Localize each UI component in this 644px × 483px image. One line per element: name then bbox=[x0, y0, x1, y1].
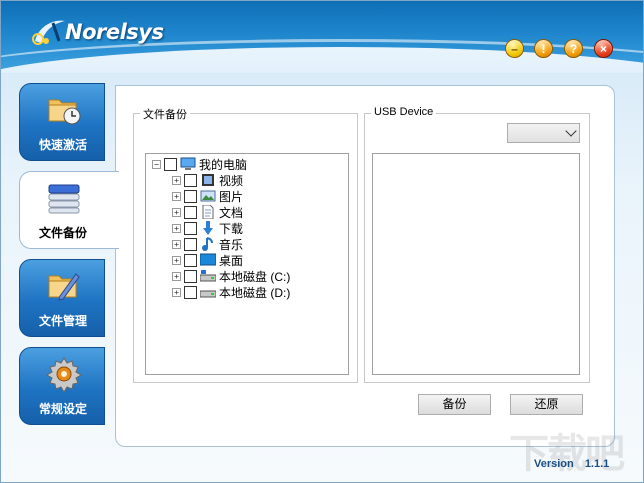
close-button[interactable]: × bbox=[594, 39, 613, 58]
tree-label: 音乐 bbox=[219, 237, 244, 252]
expand-toggle[interactable]: + bbox=[172, 287, 181, 297]
tree-row[interactable]: + 视频 bbox=[172, 172, 243, 188]
tree-checkbox[interactable] bbox=[184, 253, 197, 267]
tree-checkbox[interactable] bbox=[184, 221, 197, 235]
folder-pen-icon bbox=[46, 268, 82, 304]
tree-label: 文档 bbox=[219, 205, 244, 220]
usb-device-list[interactable] bbox=[372, 153, 580, 375]
tree-checkbox[interactable] bbox=[184, 285, 197, 299]
music-icon bbox=[200, 237, 216, 251]
folder-tree[interactable]: − 我的电脑 + 视频 + 图片 + 文档 + 下载 + 音乐 + 桌面 + 本… bbox=[145, 153, 349, 375]
expand-toggle[interactable]: + bbox=[172, 207, 181, 217]
drive-icon bbox=[199, 269, 217, 283]
header-bar: Norelsys – ! ? × bbox=[1, 1, 643, 73]
sidebar-item-label: 文件备份 bbox=[38, 226, 87, 240]
tree-label: 本地磁盘 (D:) bbox=[219, 285, 291, 300]
video-icon bbox=[200, 173, 216, 187]
tree-row[interactable]: + 下载 bbox=[172, 220, 243, 236]
app-logo: Norelsys bbox=[29, 15, 164, 49]
document-icon bbox=[200, 204, 216, 220]
watermark-text: 下载吧 bbox=[509, 431, 625, 477]
version-label: Version bbox=[534, 458, 574, 470]
tree-checkbox[interactable] bbox=[184, 269, 197, 283]
tree-row[interactable]: + 本地磁盘 (D:) bbox=[172, 284, 290, 300]
expand-toggle[interactable]: + bbox=[172, 255, 181, 265]
tree-label: 下载 bbox=[219, 221, 244, 236]
sidebar-item-quick-activate[interactable]: 快速激活 bbox=[19, 83, 105, 161]
tree-row[interactable]: + 桌面 bbox=[172, 252, 243, 268]
tree-checkbox[interactable] bbox=[164, 157, 177, 171]
expand-toggle[interactable]: + bbox=[172, 239, 181, 249]
backup-button[interactable]: 备份 bbox=[418, 394, 491, 415]
picture-icon bbox=[200, 189, 216, 203]
tree-row[interactable]: + 本地磁盘 (C:) bbox=[172, 268, 290, 284]
logo-swirl-icon bbox=[29, 15, 69, 49]
tree-checkbox[interactable] bbox=[184, 173, 197, 187]
app-window: Norelsys – ! ? × 快速激活 文件备份 文件管理 常规设定 文件备… bbox=[0, 0, 644, 483]
disk-stack-icon bbox=[46, 180, 82, 216]
expand-toggle[interactable]: + bbox=[172, 175, 181, 185]
sidebar-item-label: 快速激活 bbox=[38, 138, 87, 152]
desktop-icon bbox=[199, 253, 217, 267]
computer-icon bbox=[180, 157, 196, 171]
tree-label: 图片 bbox=[219, 189, 244, 204]
version-number: 1.1.1 bbox=[584, 458, 610, 470]
gear-icon bbox=[46, 356, 82, 393]
tree-checkbox[interactable] bbox=[184, 205, 197, 219]
tree-checkbox[interactable] bbox=[184, 237, 197, 251]
sidebar-item-label: 文件管理 bbox=[38, 314, 87, 328]
logo-text: Norelsys bbox=[65, 20, 164, 44]
sidebar-item-file-backup[interactable]: 文件备份 bbox=[19, 171, 119, 249]
tree-row-root[interactable]: − 我的电脑 bbox=[152, 156, 247, 172]
tree-label: 视频 bbox=[219, 173, 244, 188]
version-info: Version 1.1.1 bbox=[534, 458, 609, 470]
tree-row[interactable]: + 文档 bbox=[172, 204, 243, 220]
file-backup-group-title: 文件备份 bbox=[140, 106, 190, 122]
tree-label: 我的电脑 bbox=[199, 157, 248, 172]
usb-device-group-title: USB Device bbox=[371, 106, 437, 118]
help-button[interactable]: ? bbox=[564, 39, 583, 58]
expand-toggle[interactable]: + bbox=[172, 223, 181, 233]
expand-toggle[interactable]: + bbox=[172, 191, 181, 201]
sidebar-item-file-manage[interactable]: 文件管理 bbox=[19, 259, 105, 337]
expand-toggle[interactable]: + bbox=[172, 271, 181, 281]
tree-row[interactable]: + 音乐 bbox=[172, 236, 243, 252]
sidebar-item-general-settings[interactable]: 常规设定 bbox=[19, 347, 105, 425]
alert-button[interactable]: ! bbox=[534, 39, 553, 58]
restore-button[interactable]: 还原 bbox=[510, 394, 583, 415]
tree-label: 桌面 bbox=[219, 253, 244, 268]
collapse-toggle[interactable]: − bbox=[152, 159, 161, 169]
tree-label: 本地磁盘 (C:) bbox=[219, 269, 291, 284]
tree-row[interactable]: + 图片 bbox=[172, 188, 243, 204]
drive-icon bbox=[199, 285, 217, 299]
download-icon bbox=[200, 221, 216, 235]
folder-clock-icon bbox=[46, 92, 82, 128]
minimize-button[interactable]: – bbox=[505, 39, 524, 58]
tree-checkbox[interactable] bbox=[184, 189, 197, 203]
sidebar-item-label: 常规设定 bbox=[38, 402, 87, 416]
